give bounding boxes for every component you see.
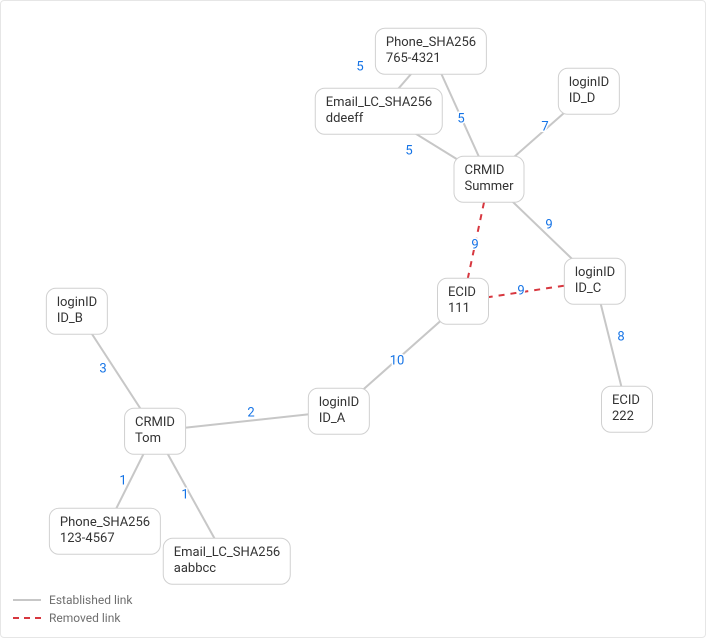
graph-node-email_summer[interactable]: Email_LC_SHA256ddeeff (315, 88, 443, 135)
identity-graph: 5 5 5 7 9 9 9 8 10 2 3 1 1 Established link Removed … (0, 0, 706, 638)
node-type-label: loginID (319, 395, 359, 411)
legend-swatch-removed (13, 617, 41, 619)
node-type-label: loginID (575, 265, 615, 281)
edge-weight-label: 2 (247, 405, 254, 420)
graph-node-phone_summer[interactable]: Phone_SHA256765-4321 (375, 28, 487, 75)
graph-node-login_b[interactable]: loginIDID_B (46, 288, 108, 335)
edge-weight-label: 7 (541, 119, 548, 134)
edge-weight-label: 1 (119, 473, 126, 488)
legend-label-removed: Removed link (49, 611, 120, 625)
legend-row-established: Established link (13, 591, 133, 609)
node-value-label: 765-4321 (386, 51, 476, 67)
node-type-label: Phone_SHA256 (60, 515, 150, 531)
node-type-label: Email_LC_SHA256 (326, 95, 432, 111)
node-value-label: Summer (465, 179, 514, 195)
node-type-label: ECID (612, 393, 642, 409)
node-value-label: Tom (135, 431, 175, 447)
edge-weight-label: 5 (405, 143, 412, 158)
edge-weight-label: 9 (517, 283, 524, 298)
node-type-label: loginID (569, 75, 609, 91)
node-type-label: ECID (448, 285, 478, 301)
graph-node-email_tom[interactable]: Email_LC_SHA256aabbcc (163, 538, 291, 585)
graph-node-login_d[interactable]: loginIDID_D (558, 68, 620, 115)
node-type-label: CRMID (465, 163, 514, 179)
edge-weight-label: 3 (99, 361, 106, 376)
node-value-label: ID_C (575, 281, 615, 297)
node-type-label: Phone_SHA256 (386, 35, 476, 51)
edge-weight-label: 5 (457, 111, 464, 126)
legend-row-removed: Removed link (13, 609, 133, 627)
node-value-label: ID_B (57, 311, 97, 327)
legend-label-established: Established link (49, 593, 133, 607)
graph-node-ecid_222[interactable]: ECID222 (601, 386, 653, 433)
node-type-label: CRMID (135, 415, 175, 431)
node-value-label: ddeeff (326, 111, 432, 127)
node-type-label: Email_LC_SHA256 (174, 545, 280, 561)
node-value-label: 222 (612, 409, 642, 425)
legend-swatch-established (13, 599, 41, 601)
edge-weight-label: 5 (356, 59, 363, 74)
graph-node-crmid_summer[interactable]: CRMIDSummer (454, 156, 525, 203)
edge-weight-label: 9 (545, 217, 552, 232)
node-value-label: aabbcc (174, 561, 280, 577)
graph-node-ecid_111[interactable]: ECID111 (437, 278, 489, 325)
edge-weight-label: 9 (471, 237, 478, 252)
graph-node-login_a[interactable]: loginIDID_A (308, 388, 370, 435)
edge-weight-label: 1 (181, 487, 188, 502)
edge-weight-label: 8 (617, 329, 624, 344)
graph-node-phone_tom[interactable]: Phone_SHA256123-4567 (49, 508, 161, 555)
node-value-label: 111 (448, 301, 478, 317)
node-type-label: loginID (57, 295, 97, 311)
node-value-label: ID_A (319, 411, 359, 427)
edge-weight-label: 10 (390, 353, 405, 368)
node-value-label: ID_D (569, 91, 609, 107)
node-value-label: 123-4567 (60, 531, 150, 547)
graph-node-login_c[interactable]: loginIDID_C (564, 258, 626, 305)
graph-node-crmid_tom[interactable]: CRMIDTom (124, 408, 186, 455)
legend: Established link Removed link (13, 591, 133, 627)
